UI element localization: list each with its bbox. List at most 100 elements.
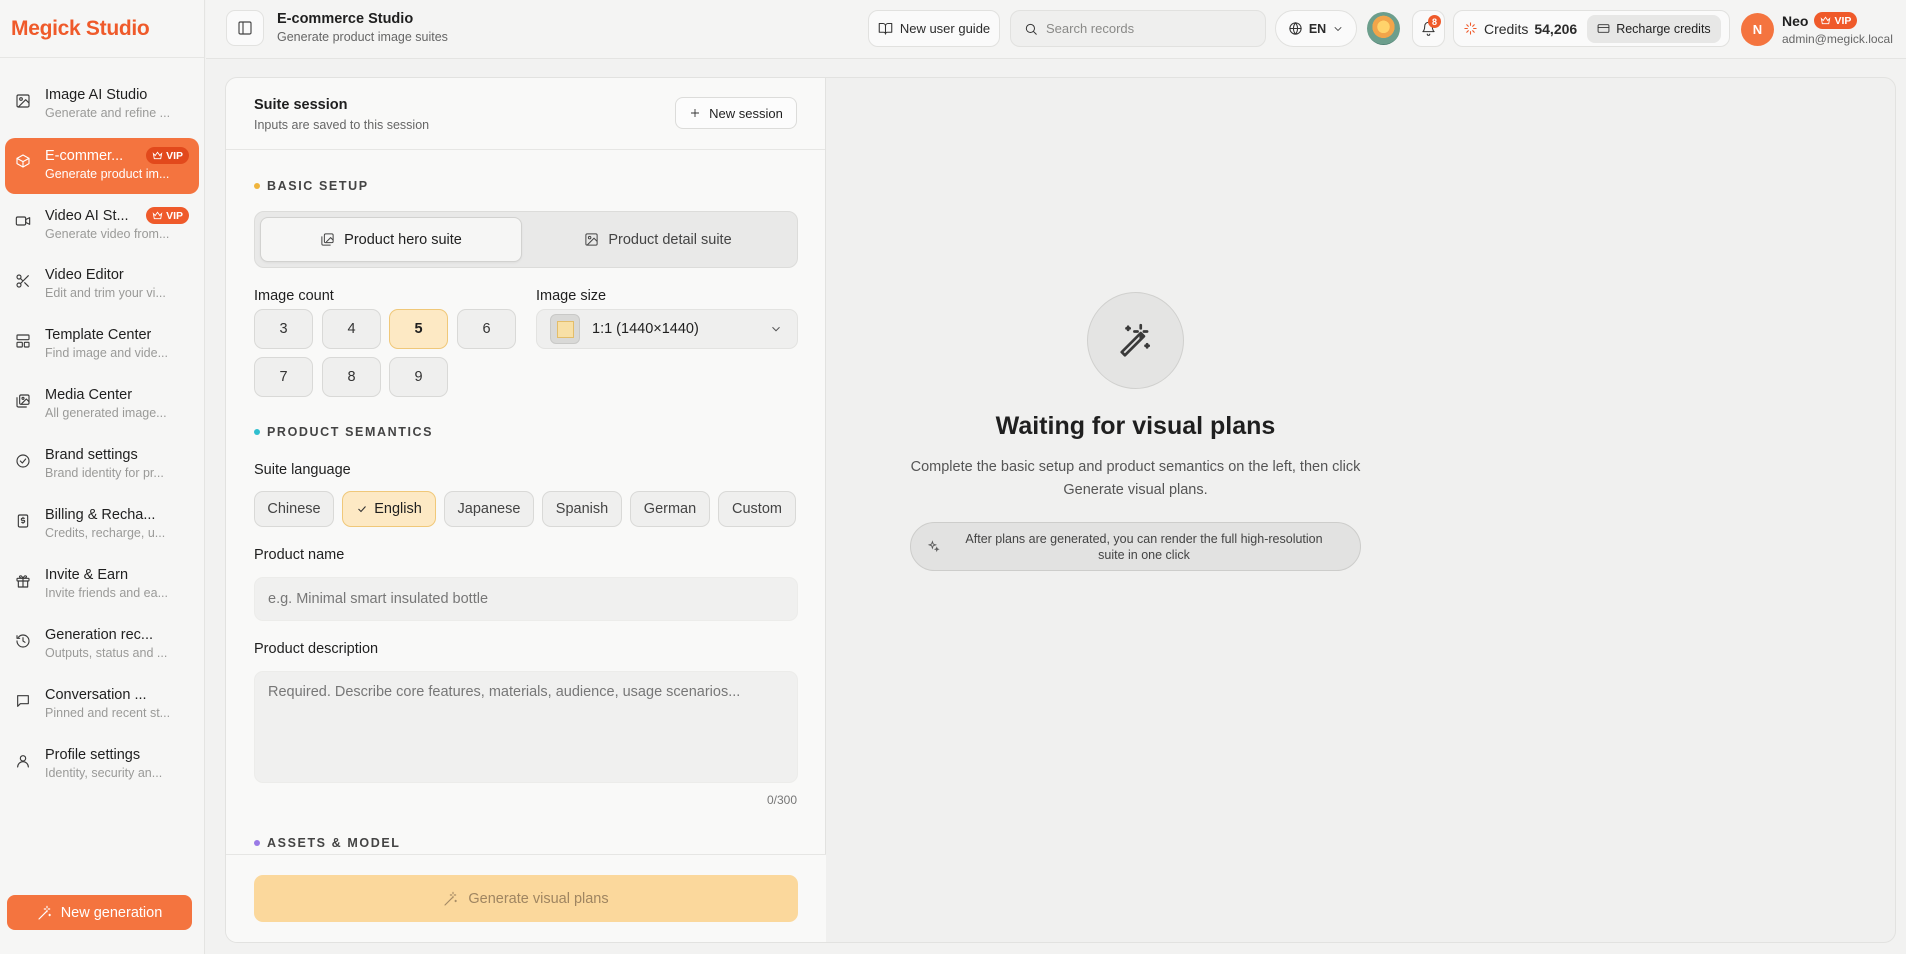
sidebar-item-title: Profile settings [45,747,141,763]
vip-badge-label: VIP [1834,14,1852,27]
user-avatar[interactable]: N [1741,13,1774,46]
image-count-option[interactable]: 4 [322,309,381,349]
language-chip-selected[interactable]: English [342,491,436,527]
section-assets-model: ASSETS & MODEL [254,836,401,850]
new-generation-button[interactable]: New generation [7,895,192,930]
tab-product-hero-suite[interactable]: Product hero suite [260,217,522,262]
search-box[interactable] [1010,10,1266,47]
language-chip[interactable]: Chinese [254,491,334,527]
sidebar-item-media-center[interactable]: Media Center All generated image... [5,378,199,434]
vip-badge: VIP [146,207,189,224]
sidebar-item-subtitle: Invite friends and ea... [45,586,168,600]
sidebar-item-profile-settings[interactable]: Profile settings Identity, security an... [5,738,199,794]
sidebar-item-template-center[interactable]: Template Center Find image and vide... [5,318,199,374]
language-chip[interactable]: German [630,491,710,527]
magic-wand-icon [1119,323,1150,357]
product-name-input[interactable] [254,577,798,621]
sidebar-item-conversations[interactable]: Conversation ... Pinned and recent st... [5,678,199,734]
recharge-credits-button[interactable]: Recharge credits [1587,14,1721,43]
sidebar-item-subtitle: Generate and refine ... [45,106,171,120]
session-header: Suite session Inputs are saved to this s… [226,78,825,150]
tab-label: Product detail suite [608,231,732,248]
image-count-option[interactable]: 6 [457,309,516,349]
sidebar-item-image-ai-studio[interactable]: Image AI Studio Generate and refine ... [5,78,199,134]
sidebar-item-title: Media Center [45,387,133,403]
language-selector[interactable]: EN [1275,10,1357,47]
section-basic-setup: BASIC SETUP [254,179,369,193]
history-icon [15,633,35,653]
crown-icon [1821,16,1831,25]
sidebar-item-video-editor[interactable]: Video Editor Edit and trim your vi... [5,258,199,314]
sidebar-item-title: Conversation ... [45,687,147,703]
generate-visual-plans-button[interactable]: Generate visual plans [254,875,798,922]
section-assets-model-label: ASSETS & MODEL [267,836,401,850]
images-icon [15,393,35,413]
waiting-title: Waiting for visual plans [995,412,1276,440]
sidebar-item-brand-settings[interactable]: Brand settings Brand identity for pr... [5,438,199,494]
waiting-subtitle: Complete the basic setup and product sem… [910,459,1361,498]
sidebar-item-title: Brand settings [45,447,138,463]
search-icon [1025,23,1037,35]
image-icon [585,233,598,246]
workspace-avatar[interactable] [1367,12,1400,45]
product-description-label: Product description [254,641,379,657]
sidebar-item-invite-earn[interactable]: Invite & Earn Invite friends and ea... [5,558,199,614]
image-count-option[interactable]: 3 [254,309,313,349]
tab-product-detail-suite[interactable]: Product detail suite [527,217,789,262]
sidebar: Megick Studio Image AI Studio Generate an… [0,0,205,954]
vip-badge-label: VIP [166,209,183,222]
new-session-button[interactable]: New session [675,97,797,129]
suite-language-label: Suite language [254,462,351,478]
image-count-option[interactable]: 9 [389,357,448,397]
sidebar-item-title: Billing & Recha... [45,507,156,523]
brand-logo[interactable]: Megick Studio [0,0,204,58]
package-icon [15,153,35,173]
image-count-option-selected[interactable]: 5 [389,309,448,349]
description-char-counter: 0/300 [766,793,797,807]
sidebar-item-ecommerce[interactable]: E-commer... VIP Generate product im... [5,138,199,194]
page-subtitle: Generate product image suites [277,30,448,44]
user-guide-label: New user guide [899,21,991,36]
image-count-option[interactable]: 8 [322,357,381,397]
layout-icon [15,333,35,353]
image-count-option[interactable]: 7 [254,357,313,397]
section-product-semantics-label: PRODUCT SEMANTICS [267,425,434,439]
user-menu[interactable]: Neo VIP [1782,12,1858,29]
sidebar-toggle-button[interactable] [226,10,264,46]
notifications-button[interactable]: 8 [1412,10,1445,47]
vip-badge: VIP [1814,12,1858,29]
sparkles-icon [927,540,940,553]
section-dot [254,840,260,846]
sidebar-item-generation-records[interactable]: Generation rec... Outputs, status and ... [5,618,199,674]
user-guide-button[interactable]: New user guide [868,10,1000,47]
sidebar-item-subtitle: Find image and vide... [45,346,168,360]
top-header: E-commerce Studio Generate product image… [206,0,1906,59]
sidebar-item-billing[interactable]: Billing & Recha... Credits, recharge, u..… [5,498,199,554]
chat-icon [15,693,35,713]
check-icon [358,506,367,513]
sidebar-item-video-ai-studio[interactable]: Video AI St... VIP Generate video from... [5,198,199,254]
book-open-icon [878,22,893,35]
page-title: E-commerce Studio [277,11,414,27]
image-size-select[interactable]: 1:1 (1440×1440) [536,309,798,349]
sidebar-item-subtitle: Credits, recharge, u... [45,526,166,540]
panel-left-icon [238,21,252,35]
video-icon [15,213,35,233]
new-generation-label: New generation [60,904,163,921]
language-chip[interactable]: Custom [718,491,796,527]
sidebar-item-subtitle: Brand identity for pr... [45,466,164,480]
chevron-down-icon [1334,26,1342,31]
user-icon [15,753,35,773]
language-chip[interactable]: Japanese [444,491,534,527]
language-chip[interactable]: Spanish [542,491,622,527]
aspect-ratio-swatch [550,314,580,344]
product-description-textarea[interactable] [254,671,798,783]
images-icon [321,233,334,246]
language-chip-label: English [374,501,422,517]
search-input[interactable] [1046,21,1246,36]
notification-count: 8 [1428,15,1441,28]
crown-icon [152,151,163,160]
tab-label: Product hero suite [344,231,462,248]
sidebar-item-subtitle: Pinned and recent st... [45,706,171,720]
vip-badge: VIP [146,147,189,164]
